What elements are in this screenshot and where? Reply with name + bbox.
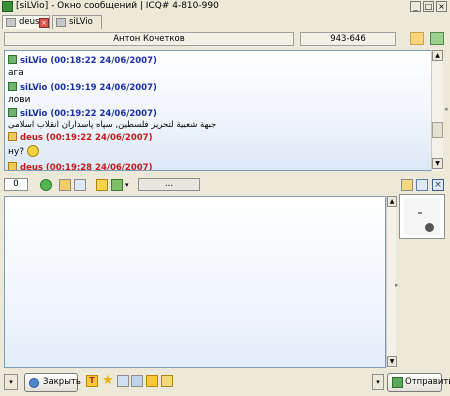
avatar: [404, 199, 440, 235]
message-text: ну?: [8, 145, 39, 157]
message-header: siLVio (00:19:19 24/06/2007): [8, 82, 157, 93]
send-file-icon[interactable]: [74, 179, 86, 191]
scroll-up-icon[interactable]: ▲: [432, 50, 443, 61]
notes-icon[interactable]: [401, 179, 413, 191]
tab-label: siLVio: [69, 17, 93, 27]
send-icon: [392, 377, 403, 388]
incoming-message-icon: [8, 55, 17, 64]
close-button-label: Закрыть: [43, 377, 81, 387]
encoding-field[interactable]: ...: [138, 178, 200, 191]
picture-icon[interactable]: [131, 375, 143, 387]
tab-silvio[interactable]: siLVio: [52, 15, 102, 29]
title-bar: [siLVio] - Окно сообщений | ICQ# 4-810-9…: [0, 0, 450, 14]
menu-dropdown-icon[interactable]: ▾: [4, 374, 18, 390]
contact-name-field[interactable]: Антон Кочетков: [4, 32, 294, 46]
contact-details-icon[interactable]: [59, 179, 71, 191]
message-header: deus (00:19:28 24/06/2007): [8, 162, 152, 170]
close-icon: [29, 378, 39, 388]
window-layout-icon[interactable]: [416, 179, 428, 191]
dropdown-arrow-icon[interactable]: ▾: [125, 181, 129, 189]
maximize-button[interactable]: □: [423, 1, 434, 12]
message-history[interactable]: siLVio (00:18:22 24/06/2007) ага siLVio …: [4, 50, 436, 171]
app-icon: [2, 1, 13, 12]
incoming-message-icon: [8, 108, 17, 117]
scroll-down-icon[interactable]: ▼: [432, 158, 443, 169]
chat-icon: [56, 18, 66, 27]
side-arrow-icon[interactable]: ▸: [395, 281, 400, 289]
hand-icon: [425, 223, 434, 232]
hand-tool-icon[interactable]: [161, 375, 173, 387]
history-scrollbar[interactable]: ▲ ▼: [431, 50, 443, 171]
outgoing-message-icon: [8, 162, 17, 170]
smiley-icon: [27, 145, 39, 157]
close-panel-icon[interactable]: ×: [432, 179, 444, 191]
scroll-up-icon[interactable]: ▲: [387, 196, 397, 207]
tab-label: deus: [19, 17, 40, 27]
message-input[interactable]: [4, 196, 386, 368]
scroll-down-icon[interactable]: ▼: [387, 356, 397, 367]
avatar-detail: [418, 212, 422, 214]
message-text: جبهة شعبية لتحرير فلسطين, سپاه پاسداران …: [8, 120, 217, 130]
send-button-label: Отправить: [405, 377, 450, 387]
translit-icon[interactable]: [146, 375, 158, 387]
contact-info-bar: Антон Кочетков 943-646: [0, 30, 450, 48]
add-contact-icon[interactable]: [40, 179, 52, 191]
tab-deus[interactable]: deus ×: [2, 15, 50, 29]
message-header: siLVio (00:18:22 24/06/2007): [8, 55, 157, 66]
char-counter: 0: [4, 178, 28, 191]
history-icon[interactable]: [430, 32, 444, 45]
send-button[interactable]: Отправить: [387, 373, 450, 392]
tab-close-icon[interactable]: ×: [39, 18, 49, 28]
incoming-message-icon: [8, 82, 17, 91]
bottom-bar: ▾ Закрыть T ★ ▾ Отправить: [0, 370, 450, 396]
avatar-panel: [399, 194, 445, 239]
minimize-button[interactable]: _: [410, 1, 421, 12]
window-title: [siLVio] - Окно сообщений | ICQ# 4-810-9…: [16, 1, 219, 11]
collapse-arrow-icon[interactable]: ◂: [444, 105, 450, 113]
contact-uin-field[interactable]: 943-646: [300, 32, 396, 46]
message-header: siLVio (00:19:22 24/06/2007): [8, 108, 157, 119]
font-icon[interactable]: T: [86, 375, 98, 387]
message-text: лови: [8, 95, 31, 105]
save-icon[interactable]: [111, 179, 123, 191]
scroll-thumb[interactable]: [432, 122, 443, 138]
star-icon[interactable]: ★: [102, 374, 114, 387]
history-icon[interactable]: [96, 179, 108, 191]
tab-bar: deus × siLVio: [0, 14, 450, 29]
message-toolbar: 0 ▾ ... ×: [0, 176, 450, 194]
close-button[interactable]: Закрыть: [24, 373, 81, 392]
send-options-icon[interactable]: ▾: [372, 374, 384, 390]
message-header: deus (00:19:22 24/06/2007): [8, 132, 152, 143]
outgoing-message-icon: [8, 132, 17, 141]
chat-icon: [6, 18, 16, 27]
template-icon[interactable]: [117, 375, 129, 387]
window-close-button[interactable]: ×: [436, 1, 447, 12]
message-text: ага: [8, 68, 24, 78]
user-info-icon[interactable]: [410, 32, 424, 45]
